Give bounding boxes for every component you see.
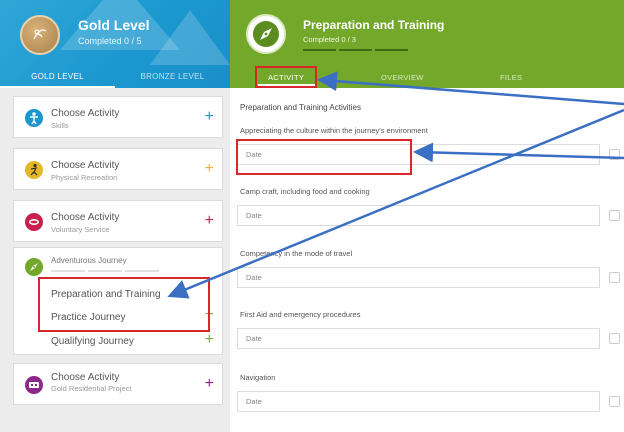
arrow-to-preparation-item xyxy=(167,108,624,299)
arrow-to-activity-tab xyxy=(317,71,624,106)
annotation-arrows xyxy=(167,71,624,299)
